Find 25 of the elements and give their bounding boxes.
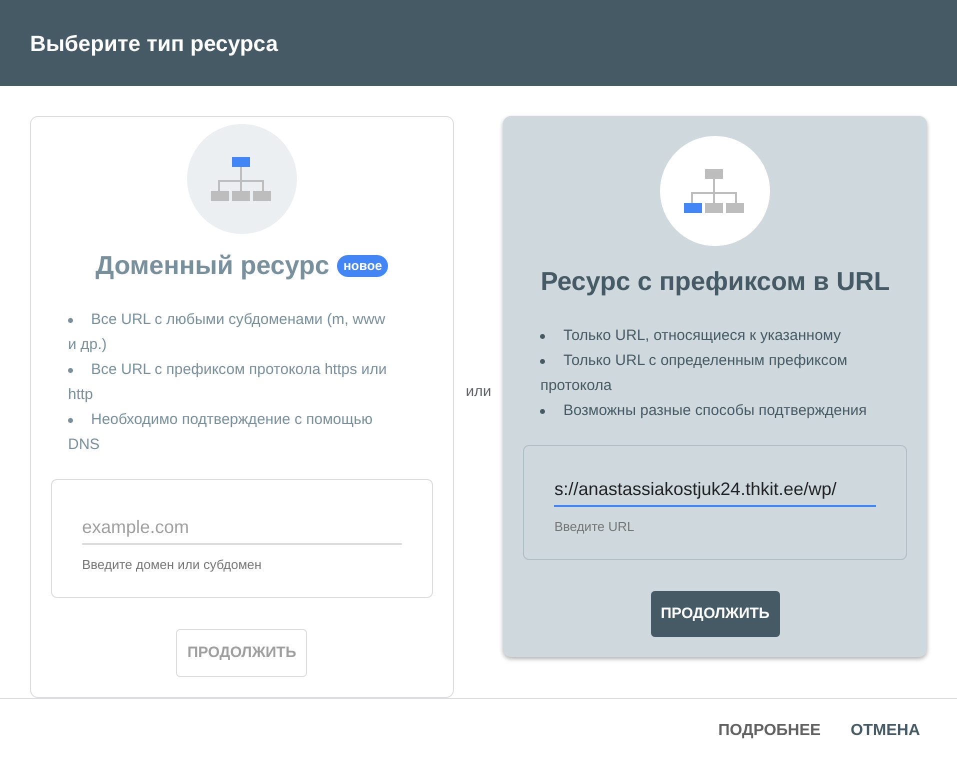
bullet-text: Возможны разные способы подтверждения xyxy=(540,398,867,424)
dialog-title: Выберите тип ресурса xyxy=(30,30,278,58)
bullet-text: Все URL с любыми субдоменами (m, www и др.) xyxy=(68,310,386,356)
resource-card[interactable] xyxy=(503,116,927,658)
bullet-icon xyxy=(540,408,546,414)
continue-button[interactable]: ПРОДОЛЖИТЬ xyxy=(650,590,780,638)
new-badge: новое xyxy=(337,255,388,277)
url-field[interactable]: example.com xyxy=(82,514,402,546)
or-text: или xyxy=(464,382,492,402)
card-title: Доменный ресурс xyxy=(96,249,330,282)
card-title: Ресурс с префиксом в URL xyxy=(540,265,890,298)
bullet-icon xyxy=(540,358,546,364)
bullet-text: Необходимо подтверждение с помощью DNS xyxy=(68,410,374,456)
bullet-text: Только URL с определенным префиксом протокола xyxy=(540,351,848,396)
bullet-icon xyxy=(68,368,73,373)
bullet-text: Все URL с префиксом протокола https или http xyxy=(68,360,388,406)
bullet-icon xyxy=(68,418,73,423)
field-hint: Введите домен или субдомен xyxy=(82,556,263,574)
footer-button[interactable]: ОТМЕНА xyxy=(850,719,920,744)
footer-button[interactable]: ПОДРОБНЕЕ xyxy=(718,719,821,744)
bullet-text: Только URL, относящиеся к указанному xyxy=(540,323,867,348)
field-hint: Введите URL xyxy=(554,518,636,536)
bullet-icon xyxy=(540,334,546,339)
url-field[interactable]: s://anastassiakostjuk24.thkit.ee/wp/ xyxy=(554,476,876,508)
bullet-icon xyxy=(68,318,73,323)
